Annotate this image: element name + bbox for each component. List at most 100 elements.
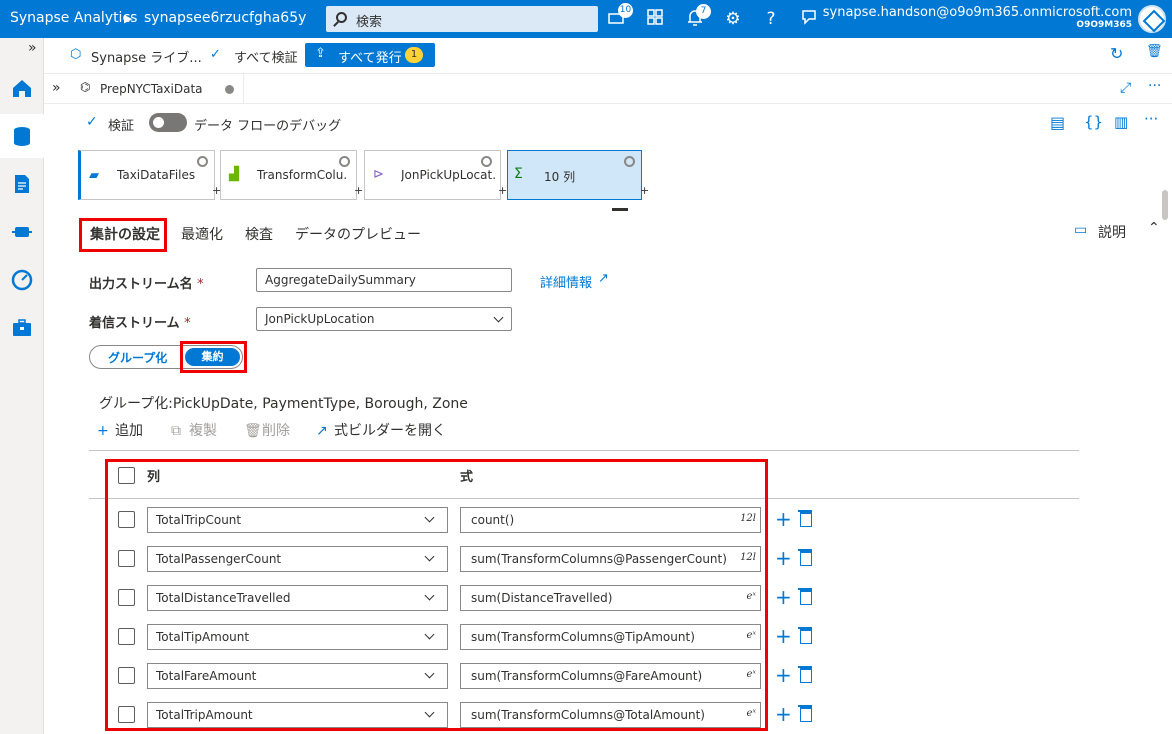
delete-row-icon[interactable] [798, 549, 812, 566]
tab-prepnyctaxidata[interactable]: ⌬ PrepNYCTaxiData [68, 74, 244, 104]
delete-row-icon[interactable] [798, 510, 812, 527]
support-icon[interactable] [798, 8, 820, 30]
tab-inspect[interactable]: 検査 [245, 224, 273, 244]
add-row-icon[interactable]: + [775, 626, 792, 646]
source-node[interactable]: ▰ TaxiDataFiles [78, 150, 215, 200]
tab-data-preview[interactable]: データのプレビュー [295, 224, 421, 244]
group-by-option[interactable]: グループ化 [108, 349, 167, 366]
user-info[interactable]: synapse.handson@o9o9m365.onmicrosoft.com… [823, 5, 1132, 30]
directory-icon[interactable] [644, 8, 666, 30]
integrate-icon[interactable] [0, 210, 44, 254]
code-icon[interactable]: {} [1084, 113, 1103, 131]
feedback-icon[interactable]: 10 [606, 3, 633, 30]
data-icon[interactable] [0, 114, 44, 158]
manage-icon[interactable] [0, 306, 44, 350]
validate-button[interactable]: 検証 [108, 115, 134, 134]
add-button[interactable]: + 追加 [97, 420, 143, 440]
duplicate-button[interactable]: ⧉ 複製 [171, 420, 217, 440]
avatar[interactable] [1138, 5, 1166, 33]
refresh-icon[interactable]: ↻ [1110, 44, 1123, 63]
group-by-summary: グループ化:PickUpDate, PaymentType, Borough, … [99, 396, 468, 412]
join-node[interactable]: ⊳ JonPickUpLocat... [364, 150, 501, 200]
home-icon[interactable] [0, 66, 44, 110]
monitor-icon[interactable] [0, 258, 44, 302]
app-name[interactable]: Synapse Analytics [10, 10, 137, 26]
help-icon[interactable]: ? [760, 8, 782, 30]
derived-column-icon: ▟ [229, 167, 239, 182]
upload-icon: ⇪ [315, 46, 326, 61]
add-after-aggregate[interactable]: + [640, 184, 649, 197]
settings-tabs: 集計の設定 最適化 検査 データのプレビュー ▭ 説明 ⌃ [78, 214, 1172, 252]
expand-rail-button[interactable]: » [0, 38, 44, 62]
dataflow-pipeline: ▰ TaxiDataFiles + ▟ TransformColu... + ⊳… [78, 148, 1172, 202]
delete-row-icon[interactable] [798, 627, 812, 644]
unsaved-dot [225, 85, 234, 94]
publish-all-button[interactable]: ⇪ すべて発行 1 [305, 43, 435, 67]
collapse-panel-button[interactable]: » [52, 80, 61, 96]
delete-row-icon[interactable] [798, 705, 812, 722]
add-row-icon[interactable]: + [775, 704, 792, 724]
discard-icon[interactable]: 🗑 [1146, 44, 1163, 59]
add-row-icon[interactable]: + [775, 548, 792, 568]
add-row-icon[interactable]: + [775, 665, 792, 685]
develop-icon[interactable] [0, 162, 44, 206]
search-box[interactable]: 検索 [326, 6, 598, 32]
trash-icon: 🗑 [244, 423, 262, 439]
search-icon [336, 12, 347, 23]
publish-count-badge: 1 [405, 47, 423, 63]
more-icon[interactable]: ··· [1148, 78, 1161, 94]
breadcrumb-separator: ▶ [124, 12, 133, 25]
output-stream-input[interactable]: AggregateDailySummary [256, 268, 512, 292]
join-icon: ⊳ [373, 167, 384, 182]
external-link-icon: ↗ [598, 271, 609, 286]
details-link[interactable]: 詳細情報 [540, 272, 592, 291]
open-builder-button[interactable]: ↗ 式ビルダーを開く [316, 420, 446, 440]
add-row-icon[interactable]: + [775, 587, 792, 607]
debug-label: データ フローのデバッグ [194, 119, 342, 134]
add-after-join[interactable]: + [498, 184, 507, 197]
aggregate-icon: Σ [514, 166, 523, 182]
document-tabs: » ⌬ PrepNYCTaxiData ⤢ ··· [44, 74, 1172, 104]
node-settings-icon[interactable] [197, 156, 208, 167]
script-icon[interactable]: ▤ [1050, 113, 1065, 132]
more-options-icon[interactable]: ··· [1144, 110, 1158, 128]
delete-button[interactable]: 🗑削除 [244, 420, 290, 440]
dataflow-icon: ⌬ [80, 80, 91, 94]
library-button[interactable]: Synapse ライブ... [91, 47, 202, 66]
validate-all-button[interactable]: すべて検証 [234, 47, 298, 66]
check-icon: ✓ [86, 114, 98, 130]
description-button[interactable]: 説明 [1098, 222, 1126, 242]
incoming-stream-select[interactable]: JonPickUpLocation [256, 307, 512, 331]
add-row-icon[interactable]: + [775, 509, 792, 529]
debug-toggle[interactable] [149, 113, 187, 132]
search-placeholder: 検索 [356, 15, 383, 30]
source-icon: ▰ [89, 168, 99, 183]
bell-icon[interactable]: 7 [684, 4, 711, 30]
workspace-toolbar: ⬡ Synapse ライブ... ✓ すべて検証 ⇪ すべて発行 1 ↻ 🗑 [44, 38, 1172, 74]
tab-aggregate-settings[interactable]: 集計の設定 [90, 224, 160, 244]
aggregate-node[interactable]: Σ 10 列 [507, 150, 642, 200]
incoming-stream-label: 着信ストリーム * [89, 316, 191, 331]
plus-icon: + [97, 423, 109, 439]
pipeline-scroll-indicator [612, 208, 628, 211]
transform-node[interactable]: ▟ TransformColu... [220, 150, 357, 200]
gear-icon[interactable]: ⚙ [722, 8, 744, 30]
delete-row-icon[interactable] [798, 588, 812, 605]
workspace-name[interactable]: synapsee6rzucfgha65y [144, 10, 306, 26]
notifications-badge: 10 [618, 3, 633, 18]
tab-optimize[interactable]: 最適化 [181, 224, 223, 244]
node-label: JonPickUpLocat... [401, 168, 497, 182]
properties-icon[interactable]: ▥ [1114, 113, 1128, 131]
grid-top-border [89, 450, 1079, 451]
copy-icon: ⧉ [171, 423, 181, 439]
delete-row-icon[interactable] [798, 666, 812, 683]
chevron-down-icon [493, 312, 504, 323]
comment-icon: ▭ [1074, 222, 1088, 238]
node-settings-icon[interactable] [339, 156, 350, 167]
node-settings-icon[interactable] [624, 156, 635, 167]
add-after-transform[interactable]: + [354, 184, 363, 197]
node-settings-icon[interactable] [481, 156, 492, 167]
validate-all-icon: ✓ [210, 47, 221, 62]
expand-icon[interactable]: ⤢ [1120, 80, 1131, 96]
collapse-chevron-icon[interactable]: ⌃ [1148, 220, 1160, 236]
